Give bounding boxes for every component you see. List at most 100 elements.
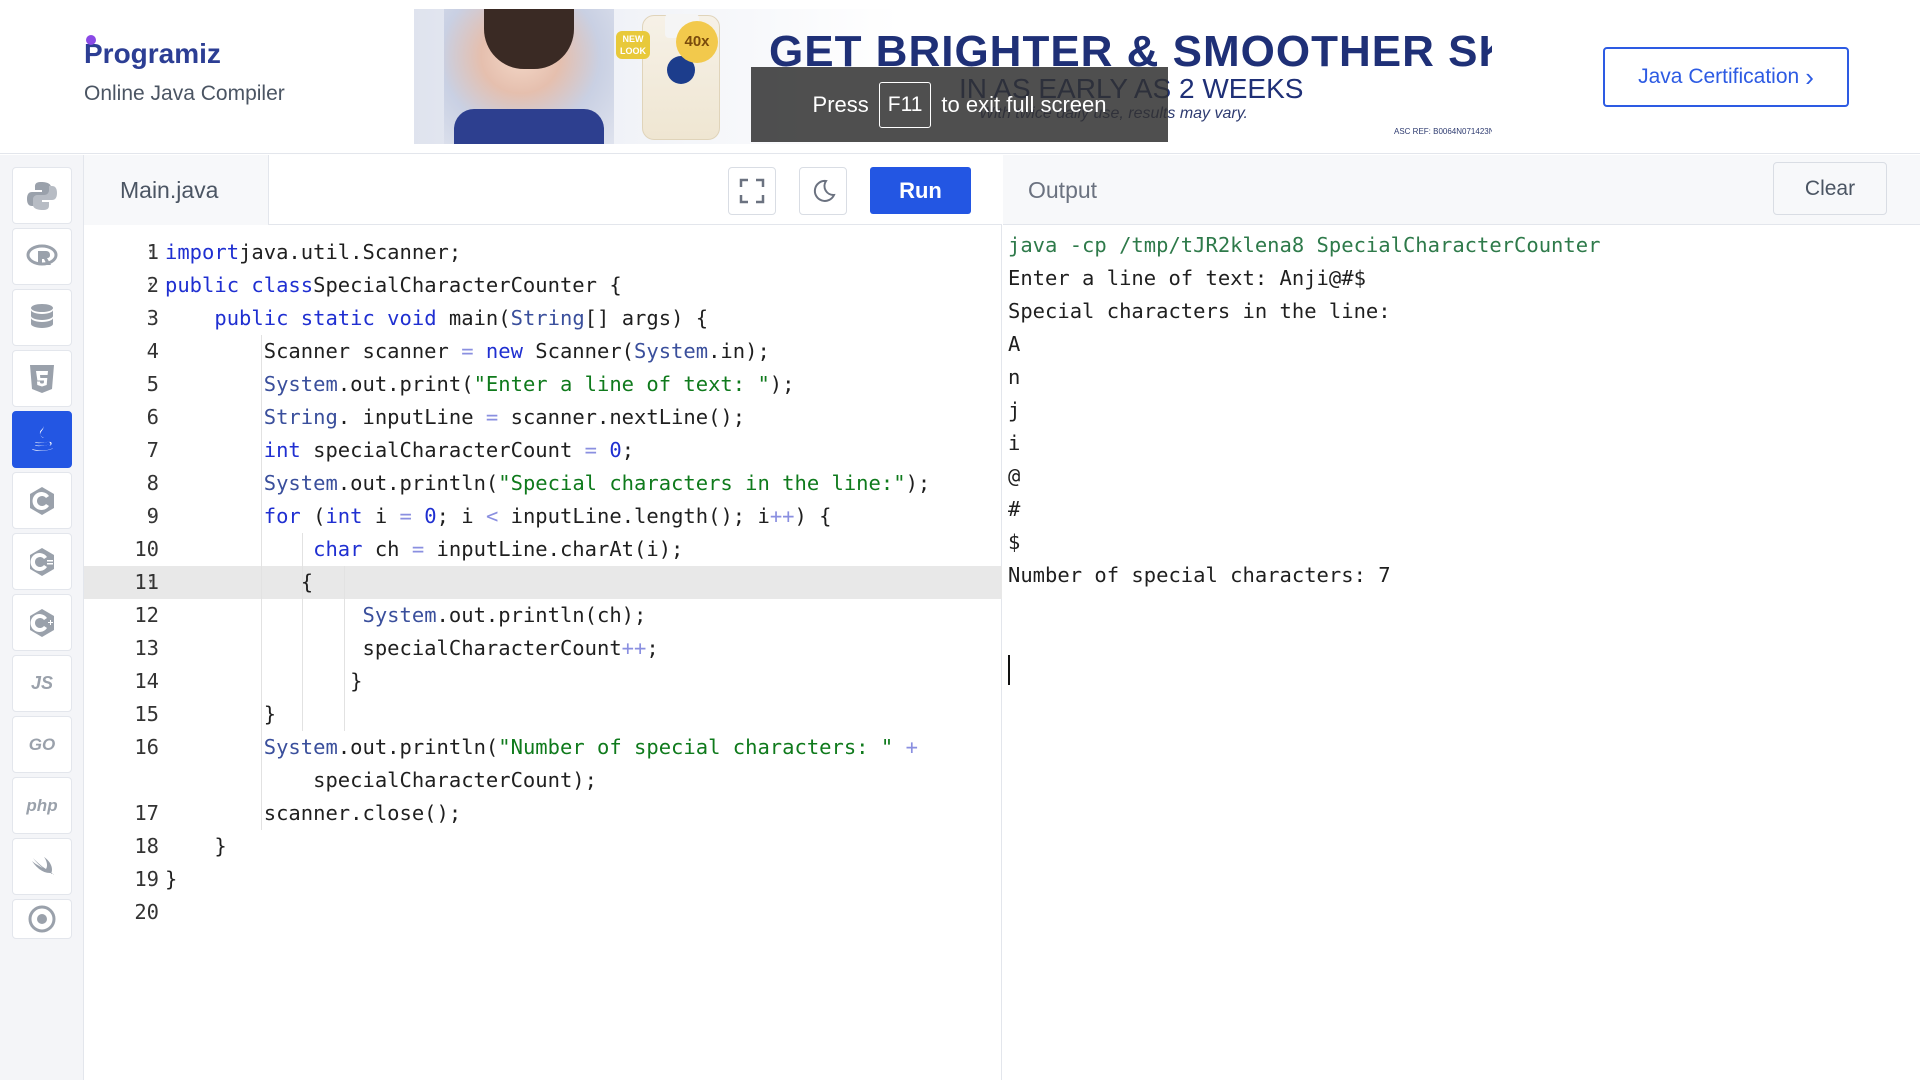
code-text: String. inputLine = scanner.nextLine(); (263, 405, 746, 429)
code-line[interactable]: 6 String. inputLine = scanner.nextLine()… (84, 401, 1002, 434)
code-text: char ch = inputLine.charAt(i); (313, 537, 684, 561)
line-number: 13 (134, 636, 159, 660)
fold-arrow-icon[interactable]: ▾ (148, 236, 153, 269)
sidebar-item-r[interactable] (12, 228, 72, 285)
code-line[interactable]: 7 int specialCharacterCount = 0; (84, 434, 1002, 467)
code-line[interactable]: specialCharacterCount); (84, 764, 1002, 797)
brand: Programiz Online Java Compiler (84, 35, 285, 106)
fold-arrow-icon[interactable]: ▾ (148, 302, 153, 335)
sidebar-item-rust[interactable] (12, 899, 72, 939)
output-line: Number of special characters: 7 (1008, 563, 1391, 587)
code-line[interactable]: 8 System.out.println("Special characters… (84, 467, 1002, 500)
code-line[interactable]: 16 System.out.println("Number of special… (84, 731, 1002, 764)
java-certification-label: Java Certification (1638, 65, 1800, 88)
code-line[interactable]: 9 ▾ for (int i = 0; i < inputLine.length(… (84, 500, 1002, 533)
moon-icon (813, 179, 836, 202)
code-text: importjava.util.Scanner; (165, 240, 462, 264)
code-line[interactable]: 14 } (84, 665, 1002, 698)
fullscreen-notice-after: to exit full screen (941, 91, 1107, 117)
code-text: } (165, 669, 363, 693)
ad-model-image (444, 9, 614, 144)
code-text: } (165, 867, 178, 891)
output-line: Special characters in the line: (1008, 299, 1391, 323)
sidebar-item-js[interactable]: JS (12, 655, 72, 712)
code-line[interactable]: 18 } (84, 830, 1002, 863)
sidebar-item-csharp[interactable] (12, 533, 72, 590)
html5-icon (30, 364, 54, 393)
sidebar-item-swift[interactable] (12, 838, 72, 895)
code-line[interactable]: 1 ▾ importjava.util.Scanner; (84, 236, 1002, 269)
fold-arrow-icon[interactable]: ▾ (148, 500, 153, 533)
sidebar-item-python[interactable] (12, 167, 72, 224)
chevron-right-icon: › (1805, 62, 1814, 92)
line-number: 18 (134, 834, 159, 858)
code-line[interactable]: 19} (84, 863, 1002, 896)
sidebar-item-cpp[interactable] (12, 594, 72, 651)
code-text: } (165, 702, 277, 726)
line-number: 8 (146, 471, 159, 495)
output-line: n (1008, 365, 1021, 389)
output-line: # (1008, 497, 1021, 521)
page-subtitle: Online Java Compiler (84, 82, 285, 105)
clear-button[interactable]: Clear (1773, 162, 1887, 215)
code-line[interactable]: 2 ▾ public classSpecialCharacterCounter { (84, 269, 1002, 302)
language-sidebar: JS GO php (0, 155, 84, 1080)
sidebar-item-php[interactable]: php (12, 777, 72, 834)
code-line[interactable]: 20 (84, 896, 1002, 929)
sidebar-item-java[interactable] (12, 411, 72, 468)
fold-arrow-icon[interactable]: ▾ (148, 269, 153, 302)
fold-arrow-icon[interactable]: ▾ (148, 566, 153, 599)
indent-guide (302, 533, 303, 731)
code-line[interactable]: 15 } (84, 698, 1002, 731)
code-text: int specialCharacterCount = 0; (263, 438, 635, 462)
code-line[interactable]: 4 Scanner scanner = new Scanner(System.i… (84, 335, 1002, 368)
code-line[interactable]: 10 char ch = inputLine.charAt(i); (84, 533, 1002, 566)
go-icon: GO (28, 734, 56, 754)
code-line[interactable]: 11 ▾ { (84, 566, 1002, 599)
code-text: { (165, 570, 314, 594)
programiz-logo[interactable]: Programiz (84, 35, 285, 70)
code-text: specialCharacterCount); (165, 768, 597, 792)
js-icon: JS (30, 673, 54, 693)
sidebar-item-go[interactable]: GO (12, 716, 72, 773)
code-line[interactable]: 17 scanner.close(); (84, 797, 1002, 830)
code-line[interactable]: 12 System.out.println(ch); (84, 599, 1002, 632)
code-text: public static void main(String[] args) { (214, 306, 709, 330)
output-line: Enter a line of text: Anji@#$ (1008, 266, 1366, 290)
theme-toggle-button[interactable] (799, 167, 847, 215)
java-icon (32, 425, 53, 451)
output-panel: Output Clear java -cp /tmp/tJR2klena8 Sp… (1003, 155, 1920, 1080)
code-line[interactable]: 3 ▾ public static void main(String[] args… (84, 302, 1002, 335)
f11-key: F11 (878, 81, 932, 128)
ad-reference: ASC REF: B0064N071423N (1394, 127, 1492, 136)
indent-guide (261, 335, 262, 830)
code-text: public classSpecialCharacterCounter { (165, 273, 622, 297)
database-icon (31, 303, 53, 328)
file-tab-main-java[interactable]: Main.java (84, 155, 269, 225)
code-text: specialCharacterCount++; (165, 636, 659, 660)
output-line: j (1008, 398, 1021, 422)
sidebar-item-html[interactable] (12, 350, 72, 407)
output-title: Output (1028, 177, 1098, 203)
fullscreen-button[interactable] (728, 167, 776, 215)
code-text: Scanner scanner = new Scanner(System.in)… (165, 339, 770, 363)
line-number: 12 (134, 603, 159, 627)
sidebar-item-c[interactable] (12, 472, 72, 529)
fullscreen-notice: Press F11 to exit full screen (751, 67, 1168, 142)
ad-40x-badge: 40x (676, 21, 718, 63)
java-certification-button[interactable]: Java Certification › (1603, 47, 1849, 107)
code-area[interactable]: 1 ▾ importjava.util.Scanner; 2 ▾ public class… (84, 227, 1002, 1080)
fullscreen-notice-before: Press (812, 91, 869, 117)
run-button[interactable]: Run (870, 167, 971, 214)
line-number: 16 (134, 735, 159, 759)
output-console[interactable]: java -cp /tmp/tJR2klena8 SpecialCharacte… (1003, 225, 1920, 1080)
sidebar-item-sql[interactable] (12, 289, 72, 346)
expand-icon (739, 178, 765, 204)
line-number: 19 (134, 867, 159, 891)
code-line[interactable]: 13 specialCharacterCount++; (84, 632, 1002, 665)
line-number: 10 (134, 537, 159, 561)
cpp-icon (30, 608, 54, 637)
code-editor-panel: Main.java Run 1 ▾ importjava.util.Scanner;… (84, 155, 1002, 1080)
code-line[interactable]: 5 System.out.print("Enter a line of text… (84, 368, 1002, 401)
output-line: A (1008, 332, 1021, 356)
